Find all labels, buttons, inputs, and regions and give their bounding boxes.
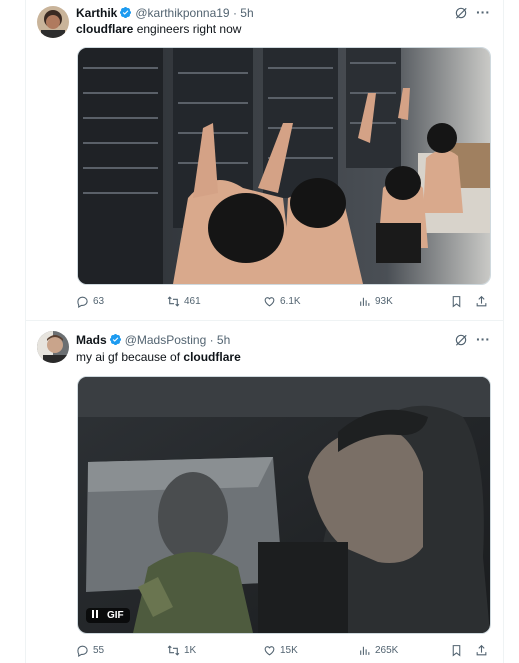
user-handle[interactable]: @karthikponna19 — [135, 6, 229, 20]
share-button[interactable] — [475, 295, 488, 308]
grok-icon[interactable] — [454, 6, 468, 20]
views-icon — [360, 646, 370, 655]
bookmark-button[interactable] — [450, 644, 463, 657]
tweet[interactable]: Karthik @karthikponna19 · 5h ··· cloudfla… — [26, 0, 503, 321]
views-button[interactable]: 265K — [358, 644, 398, 657]
tweet-header: Mads @MadsPosting · 5h — [76, 332, 230, 348]
timestamp[interactable]: · 5h — [233, 6, 254, 20]
views-icon — [360, 297, 370, 306]
gif-label: GIF — [107, 610, 124, 621]
bookmark-button[interactable] — [450, 295, 463, 308]
tweet-text-bold: cloudflare — [183, 350, 241, 364]
like-icon — [264, 297, 275, 307]
repost-icon — [167, 296, 180, 307]
reply-button[interactable]: 55 — [76, 644, 104, 657]
tweet-gif[interactable]: GIF — [77, 376, 491, 634]
verified-badge-icon — [119, 6, 132, 19]
grok-icon[interactable] — [454, 333, 468, 347]
verified-badge-icon — [109, 333, 122, 346]
user-handle[interactable]: @MadsPosting — [125, 333, 207, 347]
timestamp[interactable]: · 5h — [210, 333, 231, 347]
pause-icon[interactable] — [92, 610, 100, 621]
repost-icon — [167, 645, 180, 656]
bookmark-icon — [452, 296, 461, 308]
reply-button[interactable]: 63 — [76, 295, 104, 308]
display-name[interactable]: Karthik — [76, 6, 117, 20]
action-bar: 63 461 6.1K 93K — [76, 295, 494, 313]
repost-count: 461 — [184, 296, 201, 307]
views-button[interactable]: 93K — [358, 295, 393, 308]
repost-button[interactable]: 1K — [167, 644, 196, 657]
reply-icon — [77, 296, 88, 308]
gif-badge[interactable]: GIF — [86, 608, 130, 623]
tweet[interactable]: Mads @MadsPosting · 5h ··· my ai gf becau… — [26, 321, 503, 663]
like-count: 6.1K — [280, 296, 301, 307]
tweet-text-bold: cloudflare — [76, 22, 134, 36]
tweet-photo[interactable] — [77, 47, 491, 285]
repost-count: 1K — [184, 645, 197, 656]
views-count: 265K — [375, 645, 399, 656]
share-icon — [476, 295, 487, 307]
tweet-text: my ai gf because of cloudflare — [76, 349, 241, 365]
display-name[interactable]: Mads — [76, 333, 107, 347]
more-icon[interactable]: ··· — [476, 4, 490, 20]
reply-icon — [77, 645, 88, 657]
repost-button[interactable]: 461 — [167, 295, 201, 308]
avatar[interactable] — [37, 331, 69, 363]
tweet-header: Karthik @karthikponna19 · 5h — [76, 5, 254, 21]
tweet-text: cloudflare engineers right now — [76, 21, 241, 37]
tweet-text-rest: engineers right now — [133, 22, 242, 36]
more-icon[interactable]: ··· — [476, 331, 490, 347]
reply-count: 55 — [93, 645, 105, 656]
action-bar: 55 1K 15K 265K — [76, 644, 494, 662]
like-button[interactable]: 6.1K — [263, 295, 301, 308]
tweet-text-prefix: my ai gf because of — [76, 350, 184, 364]
share-icon — [476, 644, 487, 656]
bookmark-icon — [452, 645, 461, 657]
column-border-right — [503, 0, 504, 663]
reply-count: 63 — [93, 296, 105, 307]
share-button[interactable] — [475, 644, 488, 657]
like-button[interactable]: 15K — [263, 644, 298, 657]
avatar[interactable] — [37, 6, 69, 38]
views-count: 93K — [375, 296, 393, 307]
like-icon — [264, 646, 275, 656]
like-count: 15K — [280, 645, 298, 656]
